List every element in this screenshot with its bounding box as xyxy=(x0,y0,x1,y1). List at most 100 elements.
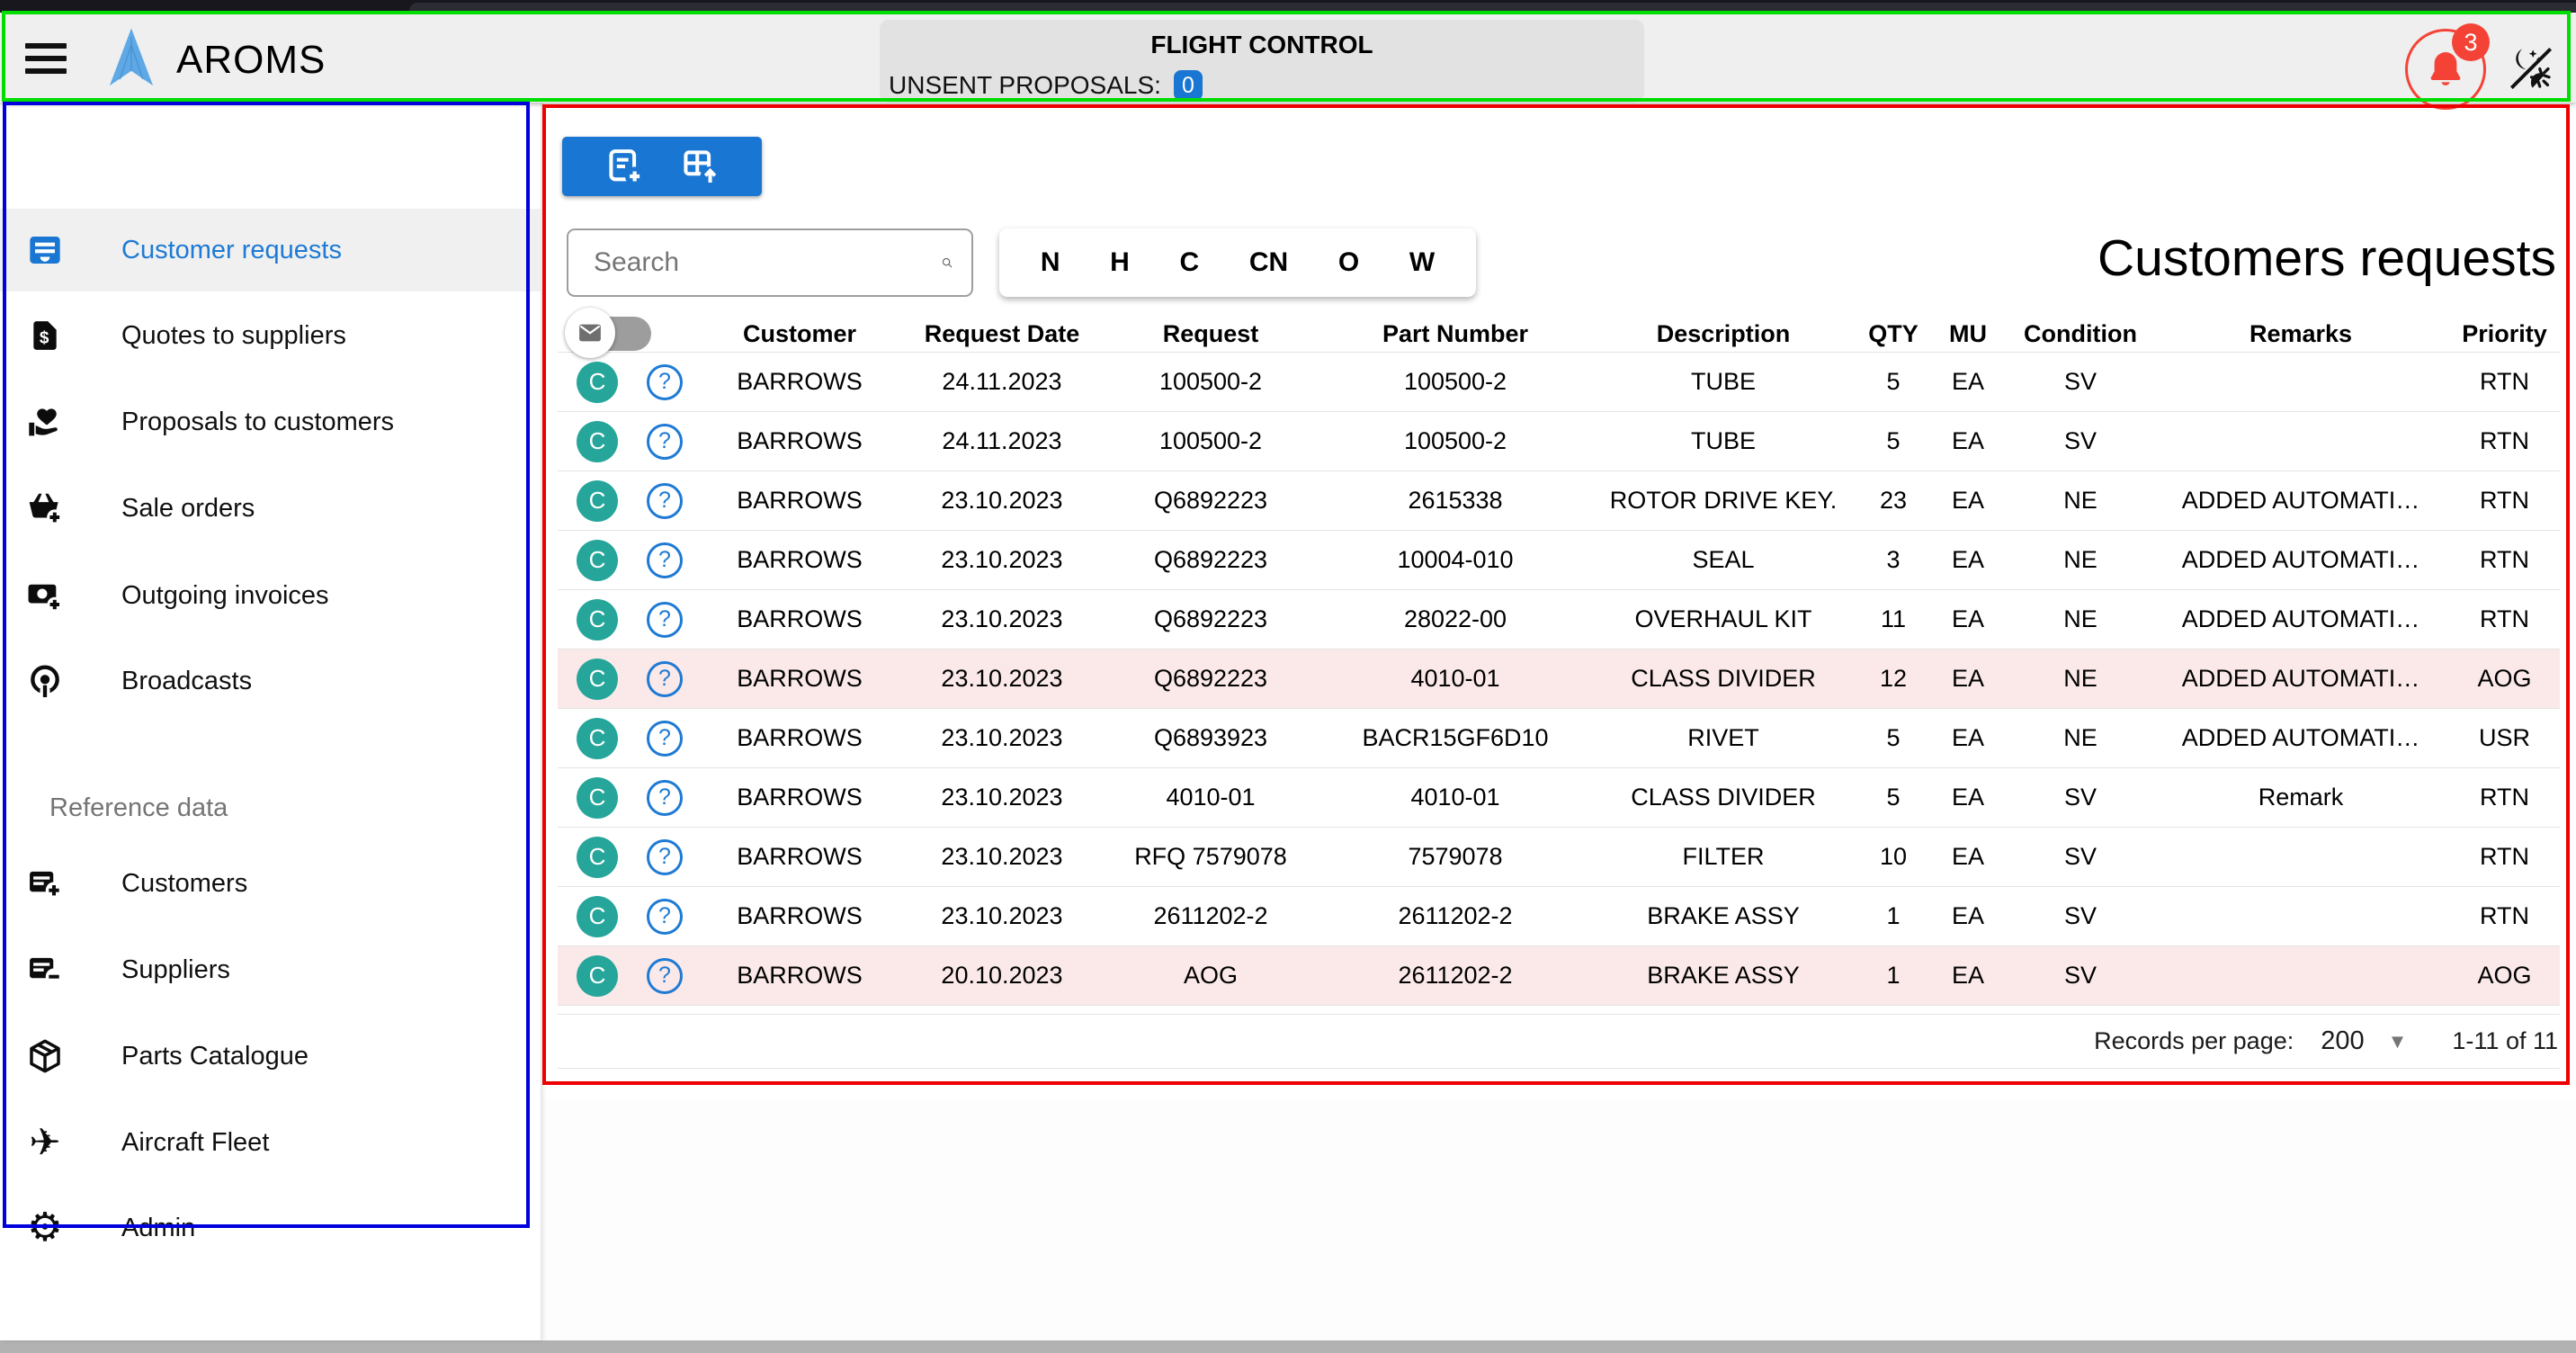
main-content: NHCCNOW Customers requests CustomerReque… xyxy=(541,103,2576,1099)
status-question-icon[interactable]: ? xyxy=(637,899,693,935)
menu-icon[interactable] xyxy=(25,43,72,77)
cell-description: CLASS DIVIDER xyxy=(1587,784,1860,811)
table-row[interactable]: C?BARROWS23.10.20232611202-22611202-2BRA… xyxy=(558,887,2560,946)
table-row[interactable]: C?BARROWS23.10.2023Q689222310004-010SEAL… xyxy=(558,531,2560,590)
cell-part-number: 2611202-2 xyxy=(1324,962,1587,990)
records-per-page-select[interactable]: 200 xyxy=(2321,1026,2364,1056)
cell-condition: NE xyxy=(2009,665,2151,693)
cell-request: Q6892223 xyxy=(1097,605,1324,633)
cell-part-number: BACR15GF6D10 xyxy=(1324,724,1587,752)
suppliers-icon xyxy=(27,952,63,988)
upload-table-icon[interactable] xyxy=(680,147,720,186)
column-header-mu: MU xyxy=(1927,320,2009,348)
status-question-icon[interactable]: ? xyxy=(637,364,693,400)
status-question-icon[interactable]: ? xyxy=(637,424,693,460)
cell-remarks: ADDED AUTOMATI… xyxy=(2151,487,2450,515)
cell-description: FILTER xyxy=(1587,843,1860,871)
toolbar-actions-button[interactable] xyxy=(562,137,762,196)
status-question-icon[interactable]: ? xyxy=(637,780,693,816)
cell-mu: EA xyxy=(1927,962,2009,990)
notifications-button[interactable]: 3 xyxy=(2405,29,2486,110)
search-icon[interactable] xyxy=(941,245,953,281)
customer-avatar: C xyxy=(558,718,637,759)
table-row[interactable]: C?BARROWS23.10.20234010-014010-01CLASS D… xyxy=(558,768,2560,828)
search-input[interactable] xyxy=(568,247,941,278)
status-question-icon[interactable]: ? xyxy=(637,602,693,638)
cell-qty: 5 xyxy=(1860,368,1927,396)
cell-request: Q6892223 xyxy=(1097,487,1324,515)
sidebar-item-label: Sale orders xyxy=(121,494,255,524)
filter-button-w[interactable]: W xyxy=(1409,247,1435,278)
column-header-condition: Condition xyxy=(2009,320,2151,348)
sidebar-item-proposals-to-customers[interactable]: Proposals to customers xyxy=(0,381,541,463)
sidebar-item-broadcasts[interactable]: Broadcasts xyxy=(0,640,541,722)
broadcasts-icon xyxy=(27,663,63,699)
cell-condition: SV xyxy=(2009,843,2151,871)
status-question-icon[interactable]: ? xyxy=(637,542,693,578)
invoices-icon xyxy=(27,578,63,614)
cell-request-date: 23.10.2023 xyxy=(907,724,1097,752)
table-row[interactable]: C?BARROWS23.10.2023Q68922232615338ROTOR … xyxy=(558,471,2560,531)
cell-qty: 5 xyxy=(1860,784,1927,811)
sidebar-item-outgoing-invoices[interactable]: Outgoing invoices xyxy=(0,554,541,637)
cell-customer: BARROWS xyxy=(693,902,907,930)
app-header: AROMS FLIGHT CONTROL UNSENT PROPOSALS: 0… xyxy=(0,13,2576,103)
cell-customer: BARROWS xyxy=(693,843,907,871)
cell-qty: 1 xyxy=(1860,962,1927,990)
table-row[interactable]: C?BARROWS23.10.2023RFQ 75790787579078FIL… xyxy=(558,828,2560,887)
flight-control-title: FLIGHT CONTROL xyxy=(880,31,1644,59)
filter-button-h[interactable]: H xyxy=(1110,247,1130,278)
cell-qty: 5 xyxy=(1860,724,1927,752)
sidebar-item-customers[interactable]: Customers xyxy=(0,842,541,925)
sidebar-item-suppliers[interactable]: Suppliers xyxy=(0,928,541,1011)
cell-request-date: 23.10.2023 xyxy=(907,487,1097,515)
sidebar-item-sale-orders[interactable]: Sale orders xyxy=(0,467,541,550)
cell-remarks: ADDED AUTOMATI… xyxy=(2151,605,2450,633)
table-row[interactable]: C?BARROWS23.10.2023Q68922234010-01CLASS … xyxy=(558,650,2560,709)
sidebar-item-label: Suppliers xyxy=(121,955,230,985)
status-question-icon[interactable]: ? xyxy=(637,721,693,757)
theme-toggle-icon[interactable] xyxy=(2508,45,2554,92)
filter-button-n[interactable]: N xyxy=(1041,247,1060,278)
flight-control-panel: FLIGHT CONTROL UNSENT PROPOSALS: 0 xyxy=(880,20,1644,103)
cell-request: 4010-01 xyxy=(1097,784,1324,811)
sidebar-item-label: Customers xyxy=(121,869,247,899)
filter-button-c[interactable]: C xyxy=(1179,247,1199,278)
filter-button-o[interactable]: O xyxy=(1338,247,1359,278)
cell-request-date: 23.10.2023 xyxy=(907,605,1097,633)
pagination-range: 1-11 of 11 xyxy=(2452,1027,2558,1055)
table-row[interactable]: C?BARROWS24.11.2023100500-2100500-2TUBE5… xyxy=(558,412,2560,471)
cell-priority: RTN xyxy=(2450,605,2559,633)
sidebar-item-quotes-to-suppliers[interactable]: $Quotes to suppliers xyxy=(0,294,541,377)
sidebar-item-label: Admin xyxy=(121,1214,195,1243)
table-row[interactable]: C?BARROWS23.10.2023Q6893923BACR15GF6D10R… xyxy=(558,709,2560,768)
proposals-icon xyxy=(27,404,63,440)
sidebar-item-parts-catalogue[interactable]: Parts Catalogue xyxy=(0,1015,541,1098)
records-per-page-dropdown-icon[interactable]: ▼ xyxy=(2388,1030,2408,1053)
cell-part-number: 28022-00 xyxy=(1324,605,1587,633)
status-question-icon[interactable]: ? xyxy=(637,839,693,875)
cell-mu: EA xyxy=(1927,902,2009,930)
sidebar-item-aircraft-fleet[interactable]: ✈Aircraft Fleet xyxy=(0,1101,541,1184)
customer-avatar: C xyxy=(558,777,637,819)
cell-request-date: 23.10.2023 xyxy=(907,546,1097,574)
table-row[interactable]: C?BARROWS20.10.2023AOG2611202-2BRAKE ASS… xyxy=(558,946,2560,1006)
quotes-icon: $ xyxy=(27,318,63,354)
unsent-proposals-count-badge: 0 xyxy=(1174,70,1203,101)
sidebar-item-label: Proposals to customers xyxy=(121,408,394,437)
status-question-icon[interactable]: ? xyxy=(637,661,693,697)
mail-filter-toggle[interactable] xyxy=(565,304,658,362)
cell-customer: BARROWS xyxy=(693,962,907,990)
requests-table: CustomerRequest DateRequestPart NumberDe… xyxy=(558,317,2560,1006)
filter-button-cn[interactable]: CN xyxy=(1249,247,1288,278)
add-request-icon[interactable] xyxy=(605,147,645,186)
sidebar-item-admin[interactable]: ⚙Admin xyxy=(0,1187,541,1269)
status-question-icon[interactable]: ? xyxy=(637,958,693,994)
table-row[interactable]: C?BARROWS23.10.2023Q689222328022-00OVERH… xyxy=(558,590,2560,650)
sidebar-item-customer-requests[interactable]: Customer requests xyxy=(0,209,541,291)
table-row[interactable]: C?BARROWS24.11.2023100500-2100500-2TUBE5… xyxy=(558,353,2560,412)
sidebar-section-label: Reference data xyxy=(49,793,228,823)
status-question-icon[interactable]: ? xyxy=(637,483,693,519)
cell-priority: AOG xyxy=(2450,962,2559,990)
cell-request-date: 24.11.2023 xyxy=(907,427,1097,455)
